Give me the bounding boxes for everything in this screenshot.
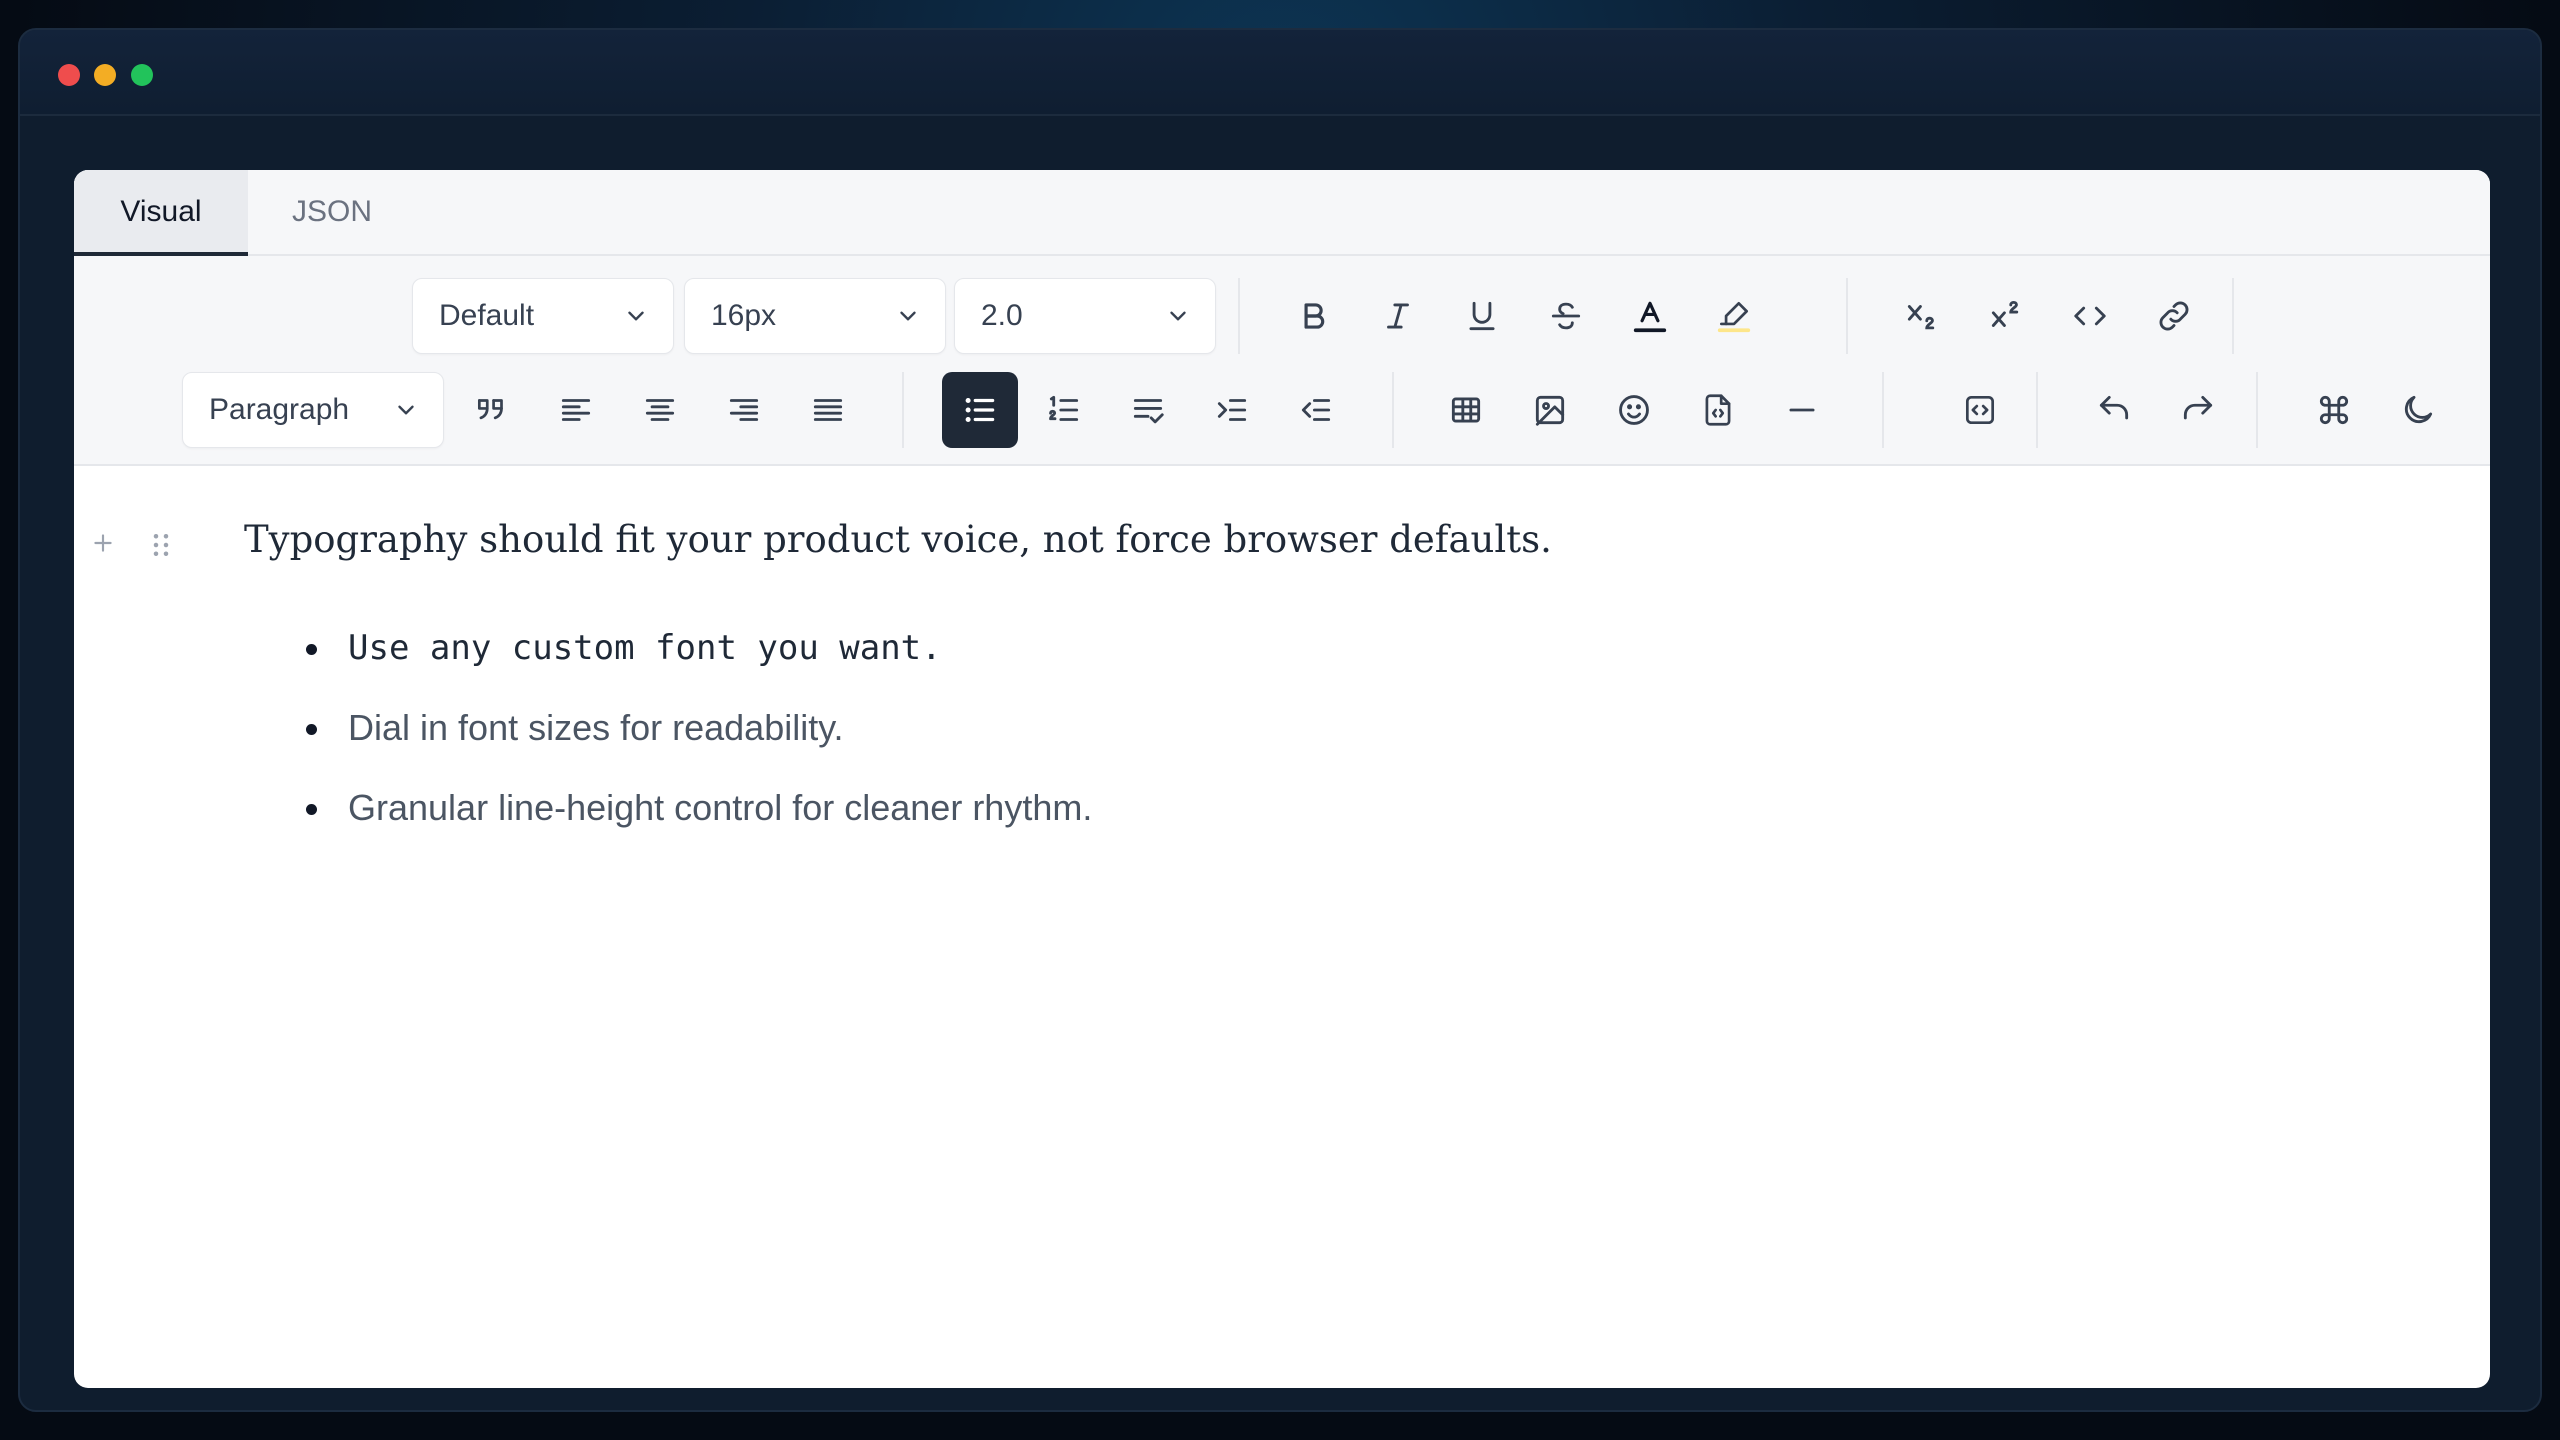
subscript-icon: [1907, 305, 1935, 330]
text-color-button[interactable]: [1612, 278, 1688, 354]
tab-json[interactable]: JSON: [248, 170, 416, 254]
add-block-icon[interactable]: [90, 530, 116, 556]
editor-tabs: Visual JSON: [74, 170, 2490, 256]
align-right-icon: [729, 399, 759, 421]
undo-button[interactable]: [2076, 372, 2152, 448]
dark-mode-button[interactable]: [2380, 372, 2456, 448]
tab-visual[interactable]: Visual: [74, 170, 248, 256]
emoji-icon: [1619, 395, 1649, 425]
indent-button[interactable]: [1194, 372, 1270, 448]
list-item: Use any custom font you want.: [305, 608, 1092, 688]
outdent-icon: [1301, 399, 1331, 421]
underline-icon: [1469, 301, 1495, 331]
file-icon: [1705, 394, 1731, 426]
insert-image-button[interactable]: [1512, 372, 1588, 448]
indent-icon: [1217, 399, 1247, 421]
insert-table-button[interactable]: [1428, 372, 1504, 448]
insert-emoji-button[interactable]: [1596, 372, 1672, 448]
list-item: Granular line-height control for cleaner…: [305, 768, 1092, 848]
align-justify-button[interactable]: [790, 372, 866, 448]
app-window: Visual JSON Default 16px 2.0 Paragraph T…: [18, 28, 2542, 1412]
image-icon: [1535, 395, 1565, 426]
task-list-icon: [1133, 399, 1164, 424]
ordered-list-button[interactable]: [1026, 372, 1102, 448]
align-center-button[interactable]: [622, 372, 698, 448]
horizontal-rule-button[interactable]: [1764, 372, 1840, 448]
link-button[interactable]: [2136, 278, 2212, 354]
blockquote-button[interactable]: [454, 372, 530, 448]
font-family-value: Default: [439, 299, 535, 332]
align-left-button[interactable]: [538, 372, 614, 448]
text-color-icon: [1633, 301, 1667, 333]
strikethrough-button[interactable]: [1528, 278, 1604, 354]
bullet-list-button[interactable]: [942, 372, 1018, 448]
line-height-select[interactable]: 2.0: [954, 278, 1216, 354]
blockquote-icon: [477, 399, 503, 420]
code-icon: [2074, 306, 2106, 326]
subscript-button[interactable]: [1884, 278, 1960, 354]
title-bar: [20, 30, 2540, 116]
table-icon: [1451, 397, 1481, 423]
command-icon: [2319, 395, 2349, 425]
strikethrough-icon: [1551, 302, 1581, 330]
code-button[interactable]: [2052, 278, 2128, 354]
drag-handle-icon[interactable]: [148, 530, 174, 560]
align-left-icon: [561, 399, 591, 421]
block-type-select[interactable]: Paragraph: [182, 372, 444, 448]
highlight-button[interactable]: [1696, 278, 1772, 354]
toolbar-divider: [1846, 278, 1848, 354]
italic-button[interactable]: [1360, 278, 1436, 354]
block-type-value: Paragraph: [209, 393, 350, 426]
toolbar-divider: [1392, 372, 1394, 448]
paragraph-text: Typography should fit your product voice…: [244, 518, 1552, 561]
list-item: Dial in font sizes for readability.: [305, 688, 1092, 768]
chevron-down-icon: [398, 405, 414, 415]
bold-button[interactable]: [1276, 278, 1352, 354]
maximize-window-button[interactable]: [131, 64, 153, 86]
link-icon: [2159, 301, 2189, 331]
rich-text-editor: Visual JSON Default 16px 2.0 Paragraph T…: [74, 170, 2490, 1388]
close-window-button[interactable]: [58, 64, 80, 86]
font-family-select[interactable]: Default: [412, 278, 674, 354]
highlight-icon: [1717, 301, 1751, 333]
line-height-value: 2.0: [981, 299, 1023, 332]
horizontal-rule-icon: [1789, 408, 1815, 412]
command-palette-button[interactable]: [2296, 372, 2372, 448]
ordered-list-icon: [1049, 395, 1079, 421]
undo-icon: [2099, 395, 2129, 420]
toolbar-divider: [2232, 278, 2234, 354]
embed-icon: [1965, 395, 1995, 425]
chevron-down-icon: [900, 311, 916, 321]
minimize-window-button[interactable]: [94, 64, 116, 86]
toolbar-divider: [1238, 278, 1240, 354]
font-size-select[interactable]: 16px: [684, 278, 946, 354]
insert-file-button[interactable]: [1680, 372, 1756, 448]
toolbar-divider: [2256, 372, 2258, 448]
editor-content[interactable]: Typography should fit your product voice…: [74, 468, 2490, 1388]
formatting-toolbar: Default 16px 2.0 Paragraph: [74, 256, 2490, 466]
align-right-button[interactable]: [706, 372, 782, 448]
chevron-down-icon: [1170, 311, 1186, 321]
redo-icon: [2183, 395, 2213, 420]
toolbar-divider: [902, 372, 904, 448]
bullet-list-icon: [965, 397, 995, 423]
redo-button[interactable]: [2160, 372, 2236, 448]
embed-button[interactable]: [1942, 372, 2018, 448]
underline-button[interactable]: [1444, 278, 1520, 354]
task-list-button[interactable]: [1110, 372, 1186, 448]
superscript-button[interactable]: [1968, 278, 2044, 354]
outdent-button[interactable]: [1278, 372, 1354, 448]
align-center-icon: [645, 399, 675, 421]
align-justify-icon: [813, 399, 843, 421]
dark-mode-icon: [2404, 395, 2433, 424]
toolbar-divider: [1882, 372, 1884, 448]
toolbar-divider: [2036, 372, 2038, 448]
font-size-value: 16px: [711, 299, 777, 332]
bullet-list: Use any custom font you want. Dial in fo…: [305, 608, 1092, 848]
bold-icon: [1304, 303, 1325, 329]
superscript-icon: [1991, 300, 2019, 327]
italic-icon: [1387, 303, 1409, 329]
chevron-down-icon: [628, 311, 644, 321]
